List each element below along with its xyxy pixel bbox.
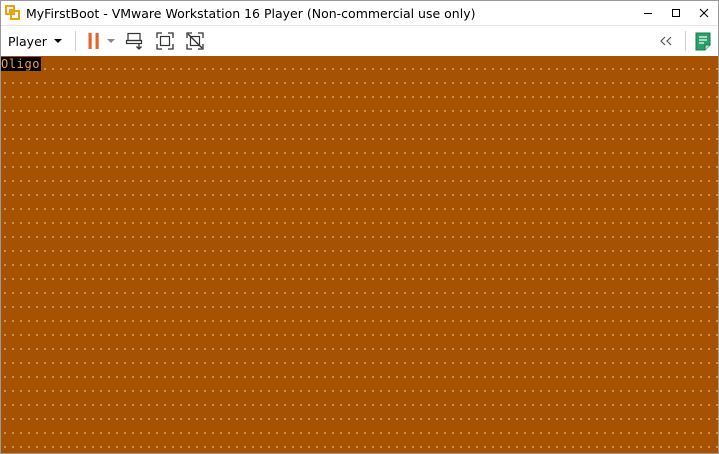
toolbar-separator: [74, 31, 76, 51]
fullscreen-button[interactable]: [152, 29, 178, 53]
player-menu-label: Player: [8, 33, 47, 49]
vm-screen[interactable]: Oligo: [1, 56, 718, 453]
minimize-icon: [644, 13, 652, 14]
pause-icon: [88, 33, 99, 49]
title-bar[interactable]: MyFirstBoot - VMware Workstation 16 Play…: [1, 1, 718, 25]
double-chevron-left-icon: [660, 36, 672, 46]
close-button[interactable]: [690, 1, 718, 25]
toolbar-separator: [685, 31, 686, 51]
unity-button[interactable]: [182, 29, 208, 53]
send-ctrl-alt-del-button[interactable]: [122, 29, 148, 53]
vmware-player-icon[interactable]: [4, 4, 22, 22]
send-ctrl-alt-del-icon: [125, 32, 143, 50]
minimize-button[interactable]: [634, 1, 662, 25]
notes-icon: [695, 32, 711, 51]
player-menu-button[interactable]: Player: [8, 29, 69, 53]
boot-text: Oligo: [1, 57, 42, 71]
maximize-button[interactable]: [662, 1, 690, 25]
unity-icon: [186, 32, 204, 50]
chevron-down-icon: [106, 39, 115, 43]
collapse-toolbar-button[interactable]: [655, 29, 677, 53]
notes-button[interactable]: [690, 29, 716, 53]
close-icon: [699, 8, 709, 18]
window-title: MyFirstBoot - VMware Workstation 16 Play…: [26, 5, 476, 21]
pause-dropdown-button[interactable]: [104, 29, 118, 53]
fullscreen-icon: [156, 32, 174, 50]
toolbar-right-group: [655, 26, 718, 56]
chevron-down-icon: [53, 39, 62, 43]
window-controls: [634, 1, 718, 25]
pause-button[interactable]: [84, 29, 104, 53]
toolbar: Player: [1, 25, 718, 57]
vmware-player-window: MyFirstBoot - VMware Workstation 16 Play…: [0, 0, 719, 454]
maximize-icon: [672, 9, 680, 17]
